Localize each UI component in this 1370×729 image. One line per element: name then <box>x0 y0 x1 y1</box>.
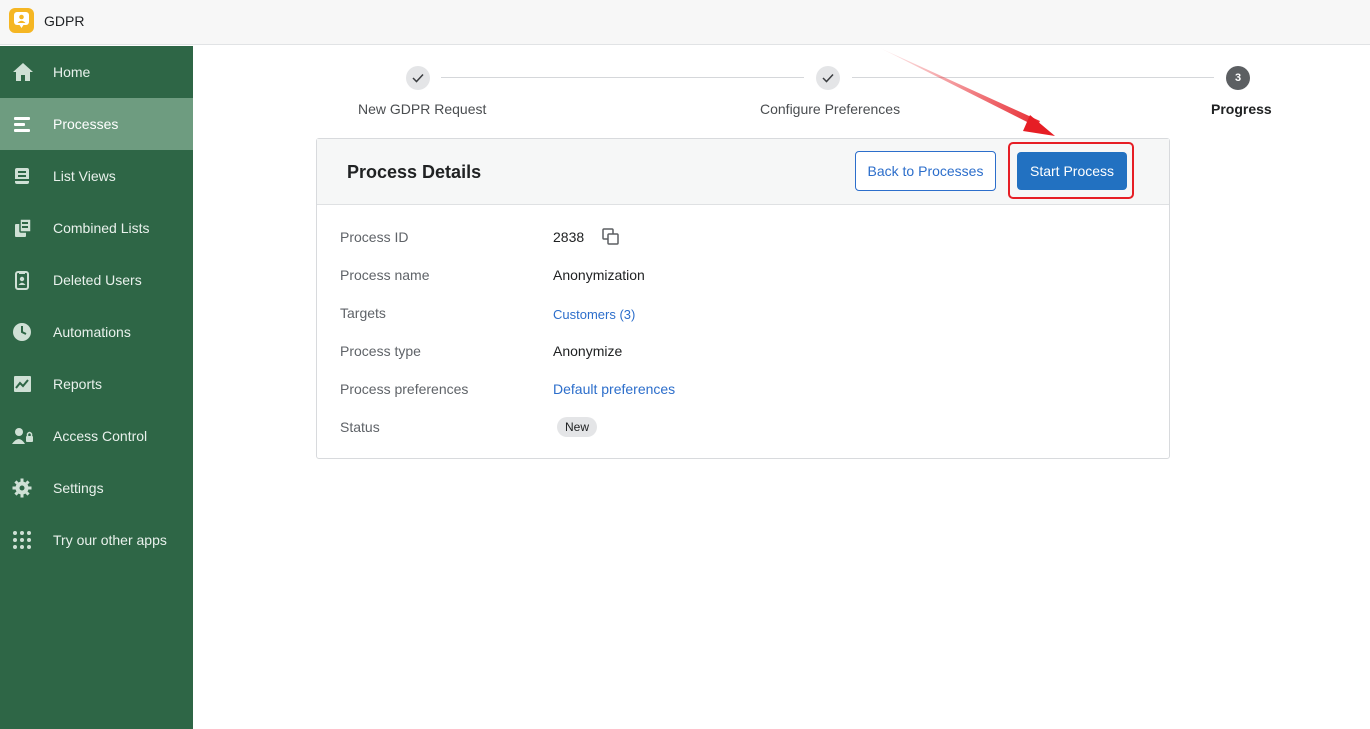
step-label-configure: Configure Preferences <box>760 101 901 117</box>
step-connector <box>852 77 1214 78</box>
sidebar-item-label: Processes <box>53 116 119 132</box>
sidebar-item-access-control[interactable]: Access Control <box>0 410 193 462</box>
sidebar-item-label: Combined Lists <box>53 220 150 236</box>
sidebar-item-list-views[interactable]: List Views <box>0 150 193 202</box>
sidebar-item-label: Reports <box>53 376 103 392</box>
sidebar-item-automations[interactable]: Automations <box>0 306 193 358</box>
step-label-new-request: New GDPR Request <box>358 101 487 117</box>
process-name-label: Process name <box>340 267 430 283</box>
process-preferences-label: Process preferences <box>340 381 469 397</box>
apps-grid-icon <box>13 531 31 549</box>
clock-icon <box>13 323 31 341</box>
sidebar-item-label: Access Control <box>53 428 148 444</box>
process-name-value: Anonymization <box>553 267 645 283</box>
access-control-icon <box>12 428 33 444</box>
reports-icon <box>14 376 31 392</box>
process-type-label: Process type <box>340 343 421 359</box>
targets-link[interactable]: Customers (3) <box>553 307 635 322</box>
app-logo-icon <box>9 8 34 33</box>
step-connector <box>441 77 804 78</box>
copy-icon[interactable] <box>602 228 620 245</box>
sidebar-item-settings[interactable]: Settings <box>0 462 193 514</box>
sidebar-item-reports[interactable]: Reports <box>0 358 193 410</box>
annotation-highlight-box <box>1008 142 1134 199</box>
step-done-check-icon <box>816 66 840 90</box>
sidebar-item-label: Try our other apps <box>53 532 167 548</box>
status-badge: New <box>557 417 598 437</box>
sidebar-item-label: Settings <box>53 480 104 496</box>
sidebar-item-other-apps[interactable]: Try our other apps <box>0 514 193 566</box>
sidebar-item-combined-lists[interactable]: Combined Lists <box>0 202 193 254</box>
sidebar-item-processes[interactable]: Processes <box>0 98 193 150</box>
sidebar-item-label: List Views <box>53 168 116 184</box>
process-id-label: Process ID <box>340 229 409 245</box>
process-preferences-link[interactable]: Default preferences <box>553 381 675 397</box>
process-type-value: Anonymize <box>553 343 623 359</box>
process-id-value: 2838 <box>553 229 585 245</box>
gear-icon <box>12 478 32 498</box>
card-title: Process Details <box>347 162 482 182</box>
sidebar: Home Processes List Views Combined Lists… <box>0 46 193 729</box>
deleted-users-icon <box>15 271 29 290</box>
step-number-current: 3 <box>1226 66 1250 90</box>
home-icon <box>13 63 33 81</box>
targets-label: Targets <box>340 305 386 321</box>
processes-icon <box>14 117 30 132</box>
step-done-check-icon <box>406 66 430 90</box>
sidebar-item-home[interactable]: Home <box>0 46 193 98</box>
sidebar-item-deleted-users[interactable]: Deleted Users <box>0 254 193 306</box>
combined-lists-icon <box>15 218 32 237</box>
sidebar-item-label: Automations <box>53 324 131 340</box>
back-to-processes-button[interactable]: Back to Processes <box>855 151 996 191</box>
sidebar-item-label: Deleted Users <box>53 272 142 288</box>
sidebar-item-label: Home <box>53 64 91 80</box>
status-label: Status <box>340 419 380 435</box>
list-views-icon <box>15 168 29 184</box>
step-label-progress: Progress <box>1211 101 1272 117</box>
top-bar: GDPR <box>0 0 1370 45</box>
app-title: GDPR <box>44 13 85 29</box>
